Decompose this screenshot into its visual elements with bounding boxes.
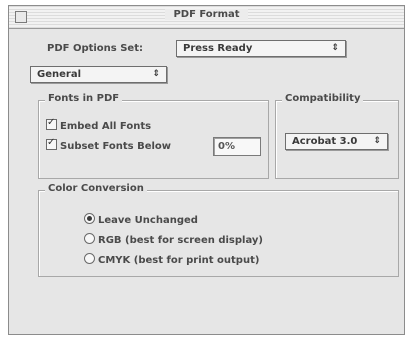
color-conversion-title: Color Conversion [45, 183, 147, 194]
checkbox-box: ✓ [46, 117, 57, 130]
subset-percent-field[interactable]: 0% [213, 137, 261, 156]
window-title: PDF Format [165, 9, 248, 20]
cmyk-label: CMYK (best for print output) [98, 255, 260, 266]
subset-percent-value: 0% [218, 141, 235, 152]
fonts-in-pdf-group: Fonts in PDF ✓ Embed All Fonts ✓ Subset Fo… [38, 93, 269, 179]
color-conversion-group: Color Conversion Leave Unchanged RGB (be… [38, 183, 399, 277]
embed-all-fonts-checkbox[interactable]: ✓ Embed All Fonts [46, 117, 152, 132]
fonts-group-title: Fonts in PDF [45, 93, 123, 104]
compatibility-popup[interactable]: Acrobat 3.0 ⇕ [285, 133, 388, 150]
radio-selected-icon [84, 213, 95, 224]
options-set-popup[interactable]: Press Ready ⇕ [176, 40, 346, 57]
cmyk-radio[interactable]: CMYK (best for print output) [84, 253, 259, 266]
popup-arrow-icon: ⇕ [152, 69, 160, 79]
options-set-label: PDF Options Set: [47, 43, 143, 54]
rgb-label: RGB (best for screen display) [98, 235, 263, 246]
checkbox-box: ✓ [46, 137, 57, 150]
checkmark-icon: ✓ [47, 137, 56, 148]
radio-icon [84, 253, 95, 264]
leave-unchanged-label: Leave Unchanged [98, 215, 198, 226]
leave-unchanged-radio[interactable]: Leave Unchanged [84, 213, 198, 226]
radio-icon [84, 233, 95, 244]
popup-arrow-icon: ⇕ [331, 43, 339, 53]
checkmark-icon: ✓ [47, 117, 56, 128]
embed-all-fonts-label: Embed All Fonts [60, 121, 152, 132]
title-bar[interactable]: PDF Format [9, 6, 404, 29]
subset-fonts-label: Subset Fonts Below [60, 141, 172, 152]
panel-popup-value: General [37, 69, 81, 80]
options-set-value: Press Ready [183, 43, 253, 54]
compatibility-group: Compatibility Acrobat 3.0 ⇕ [275, 93, 399, 179]
compatibility-title: Compatibility [282, 93, 364, 104]
rgb-radio[interactable]: RGB (best for screen display) [84, 233, 263, 246]
popup-arrow-icon: ⇕ [373, 136, 381, 146]
subset-fonts-checkbox[interactable]: ✓ Subset Fonts Below [46, 137, 172, 152]
compatibility-value: Acrobat 3.0 [292, 136, 358, 147]
pdf-format-dialog: PDF Format PDF Options Set: Press Ready … [8, 5, 405, 335]
panel-popup[interactable]: General ⇕ [30, 66, 167, 83]
